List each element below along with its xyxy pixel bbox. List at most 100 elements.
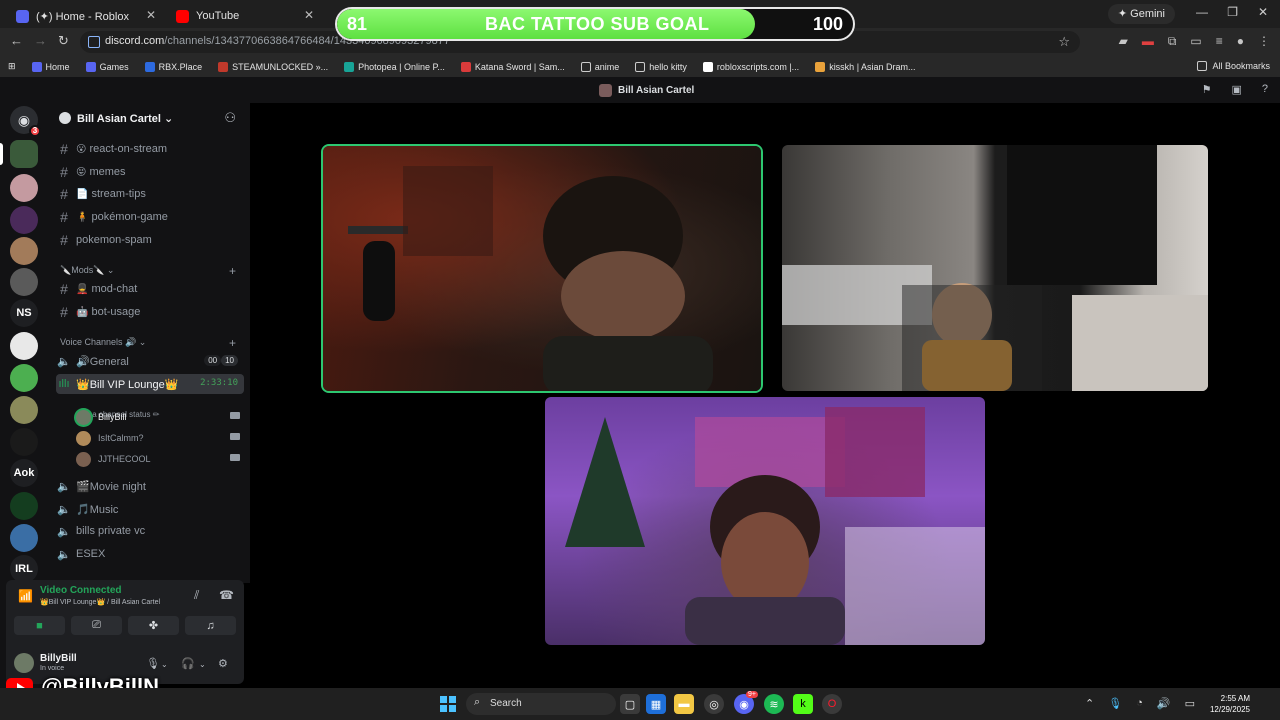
voice-location[interactable]: 👑Bill VIP Lounge👑 / Bill Asian Cartel — [40, 598, 160, 606]
server-header[interactable]: Bill Asian Cartel ⌄ ⚇ — [48, 103, 250, 133]
tab-roblox[interactable]: (✦) Home - Roblox ✕ — [6, 4, 164, 28]
microphone-icon[interactable]: 🎙 — [1108, 697, 1122, 710]
extensions-puzzle-icon[interactable]: ⧉ — [1168, 34, 1177, 49]
bookmark-star-icon[interactable]: ☆ — [1058, 34, 1070, 50]
flag-icon[interactable]: ⚑ — [1202, 83, 1212, 96]
chevron-down-icon[interactable]: ⌄ — [199, 660, 206, 669]
server-icon[interactable] — [10, 428, 38, 456]
cast-icon[interactable]: ▭ — [1190, 34, 1201, 49]
tab-search-icon[interactable]: ≡ — [1216, 34, 1223, 49]
channel-stream-tips[interactable]: # 📄 stream-tips — [56, 184, 244, 204]
bookmark-photopea[interactable]: Photopea | Online P... — [336, 61, 453, 72]
screen-share-button[interactable]: ⎚ — [71, 616, 122, 635]
server-icon-bill-asian-cartel[interactable] — [10, 140, 38, 168]
bookmark-games[interactable]: Games — [78, 61, 137, 72]
channel-bot-usage[interactable]: # 🤖 bot-usage — [56, 302, 244, 322]
headphones-icon[interactable]: 🎧 — [181, 657, 195, 670]
bookmark-anime[interactable]: anime — [573, 61, 628, 72]
close-icon[interactable]: ✕ — [146, 8, 156, 22]
apps-grid-icon[interactable]: ⊞ — [0, 61, 24, 72]
voice-channel-music[interactable]: 🔈 🎵Music — [56, 499, 244, 519]
clock[interactable]: 2:55 AM 12/29/2025 — [1210, 693, 1250, 715]
task-view-icon[interactable]: ▢ — [620, 694, 640, 714]
soundboard-button[interactable]: ♫ — [185, 616, 236, 635]
bookmark-steamunlocked[interactable]: STEAMUNLOCKED »... — [210, 61, 336, 72]
disconnect-icon[interactable]: ☎ — [219, 588, 234, 602]
server-icon[interactable] — [10, 237, 38, 265]
widgets-icon[interactable]: ▦ — [646, 694, 666, 714]
channel-memes[interactable]: # 😝 memes — [56, 162, 244, 182]
extension-icon[interactable]: ▰ — [1119, 34, 1128, 49]
direct-messages-button[interactable]: ◉ 3 — [10, 106, 41, 137]
bookmark-robloxscripts[interactable]: robloxscripts.com |... — [695, 61, 807, 72]
battery-icon[interactable]: ▭ — [1185, 697, 1195, 710]
video-tile[interactable] — [545, 397, 985, 645]
file-explorer-icon[interactable]: ▬ — [674, 694, 694, 714]
menu-dots-icon[interactable]: ⋮ — [1258, 34, 1270, 49]
spotify-icon[interactable]: ≋ — [764, 694, 784, 714]
server-icon[interactable] — [10, 332, 38, 360]
voice-channel-bills-private[interactable]: 🔈 bills private vc — [56, 521, 244, 541]
taskbar-search[interactable]: ⌕ Search — [466, 693, 616, 715]
voice-member-jjthecool[interactable]: JJTHECOOL — [76, 449, 244, 469]
all-bookmarks[interactable]: All Bookmarks — [1197, 61, 1270, 71]
microphone-icon[interactable]: 🎙 — [146, 657, 160, 670]
chevron-down-icon[interactable]: ⌄ — [161, 660, 168, 669]
category-mods[interactable]: 🔪Mods🔪 ⌄ + — [60, 264, 244, 278]
back-icon[interactable]: ← — [10, 33, 23, 48]
server-icon[interactable] — [10, 268, 38, 296]
close-icon[interactable]: ✕ — [304, 8, 314, 22]
connection-signal-icon[interactable]: 📶 — [18, 589, 33, 603]
channel-mod-chat[interactable]: # 💂 mod-chat — [56, 279, 244, 299]
bookmark-rbxplace[interactable]: RBX.Place — [137, 61, 211, 72]
server-icon[interactable] — [10, 524, 38, 552]
bookmark-katana[interactable]: Katana Sword | Sam... — [453, 61, 573, 72]
voice-member-isitcalmm[interactable]: IsItCalmm? — [76, 428, 244, 448]
server-icon[interactable] — [10, 396, 38, 424]
tab-youtube[interactable]: YouTube ✕ — [166, 4, 322, 28]
bookmark-kisskh[interactable]: kisskh | Asian Dram... — [807, 61, 923, 72]
windows-start-icon[interactable] — [440, 696, 456, 712]
channel-pokemon-spam[interactable]: # pokemon-spam — [56, 230, 244, 250]
noise-suppression-icon[interactable]: ⫽ — [194, 588, 199, 603]
chrome-icon[interactable]: ◎ — [704, 694, 724, 714]
username[interactable]: BillyBill — [40, 653, 77, 664]
site-info-icon[interactable] — [88, 36, 100, 48]
reload-icon[interactable]: ↻ — [58, 33, 69, 49]
restore-icon[interactable]: ❐ — [1227, 5, 1238, 19]
server-icon-aok[interactable]: Aok — [10, 459, 38, 487]
forward-icon[interactable]: → — [34, 33, 47, 48]
voice-channel-movie-night[interactable]: 🔈 🎬Movie night — [56, 476, 244, 496]
window-close-icon[interactable]: ✕ — [1258, 5, 1268, 19]
voice-channel-general[interactable]: 🔈 🔊General 00 10 — [56, 351, 244, 371]
inbox-icon[interactable]: ▣ — [1231, 83, 1241, 96]
minimize-icon[interactable]: — — [1196, 5, 1208, 19]
server-icon[interactable] — [10, 206, 38, 234]
category-voice-channels[interactable]: Voice Channels 🔊 ⌄ + — [60, 336, 244, 350]
server-icon-ns[interactable]: NS — [10, 299, 38, 327]
chevron-up-icon[interactable]: ⌃ — [1085, 697, 1094, 710]
voice-channel-vip-lounge[interactable]: ıllı 👑Bill VIP Lounge👑 2:33:10 — [56, 374, 244, 394]
bookmark-home[interactable]: Home — [24, 61, 78, 72]
avatar[interactable] — [14, 653, 34, 673]
voice-member-billybill[interactable]: BillyBill — [76, 407, 244, 427]
video-tile-speaking[interactable] — [323, 146, 761, 391]
channel-react-on-stream[interactable]: # 😮 react-on-stream — [56, 139, 244, 159]
volume-icon[interactable]: 🔊 — [1157, 697, 1171, 710]
server-icon[interactable] — [10, 174, 38, 202]
extension-icon[interactable]: ▬ — [1142, 34, 1154, 49]
add-member-icon[interactable]: ⚇ — [224, 110, 236, 126]
help-icon[interactable]: ? — [1262, 83, 1268, 96]
create-channel-icon[interactable]: + — [229, 264, 236, 278]
server-icon-irl[interactable]: IRL — [10, 555, 38, 583]
create-channel-icon[interactable]: + — [229, 336, 236, 350]
camera-button[interactable]: ■ — [14, 616, 65, 635]
gemini-button[interactable]: ✦ Gemini — [1107, 4, 1175, 24]
bookmark-hellokitty[interactable]: hello kitty — [627, 61, 695, 72]
profile-avatar-icon[interactable]: ● — [1237, 34, 1244, 49]
server-icon[interactable] — [10, 364, 38, 392]
opera-icon[interactable]: O — [822, 694, 842, 714]
activities-button[interactable]: ✤ — [128, 616, 179, 635]
wifi-icon[interactable]: ◔ — [1136, 697, 1143, 710]
settings-gear-icon[interactable]: ⚙ — [218, 657, 228, 670]
